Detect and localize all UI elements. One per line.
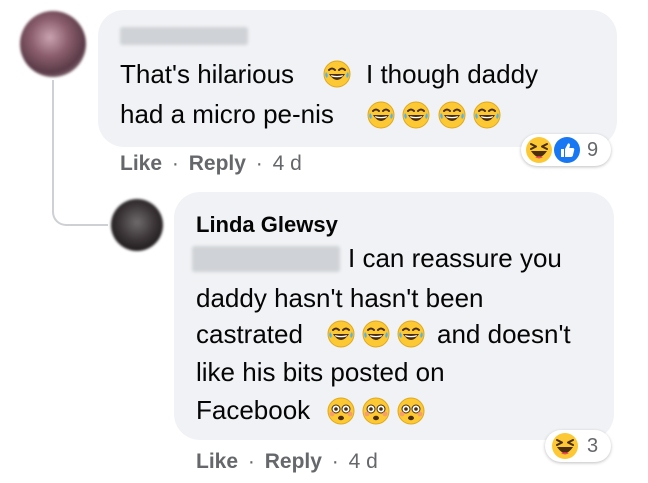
haha-reaction-icon (525, 136, 553, 164)
reply-button[interactable]: Reply (189, 152, 246, 175)
laughing-tears-emoji-icon (473, 101, 501, 129)
like-button[interactable]: Like (196, 450, 238, 473)
comment-text-line: had a micro pe-nis (120, 99, 334, 129)
haha-reaction-icon (551, 432, 579, 460)
comment-text-line: I though daddy (366, 59, 539, 89)
reply-button[interactable]: Reply (265, 450, 322, 473)
separator: · (247, 450, 255, 473)
comment-text-line: I can reassure you (348, 243, 562, 273)
laughing-tears-emoji-icon (438, 101, 466, 129)
like-reaction-icon (553, 136, 581, 164)
comment-text-line: and doesn't (437, 319, 571, 349)
avatar[interactable] (111, 199, 163, 251)
separator: · (171, 152, 179, 175)
comment-text-line: castrated (196, 319, 303, 349)
laughing-tears-emoji-icon (323, 60, 351, 88)
reaction-count: 9 (587, 139, 599, 161)
comment-text-line: Facebook (196, 395, 311, 425)
comment-text-line: That's hilarious (120, 59, 295, 89)
laughing-tears-emoji-icon (402, 101, 430, 129)
comment-text-line: like his bits posted on (196, 357, 445, 387)
laughing-tears-emoji-icon (367, 101, 395, 129)
flushed-face-emoji-icon (327, 397, 355, 425)
reaction-count: 3 (587, 435, 599, 457)
laughing-tears-emoji-icon (327, 320, 355, 348)
timestamp[interactable]: 4 d (273, 152, 302, 175)
flushed-face-emoji-icon (362, 397, 390, 425)
laughing-tears-emoji-icon (397, 320, 425, 348)
comment-text-line: daddy hasn't hasn't been (196, 283, 484, 313)
like-button[interactable]: Like (120, 152, 162, 175)
mention-redacted (192, 246, 340, 272)
avatar[interactable] (20, 11, 86, 77)
comment-actions: Like · Reply · 4 d (120, 152, 302, 176)
separator: · (331, 450, 339, 473)
flushed-face-emoji-icon (397, 397, 425, 425)
timestamp[interactable]: 4 d (349, 450, 378, 473)
author-name-redacted (120, 27, 248, 45)
separator: · (255, 152, 263, 175)
comment-actions: Like · Reply · 4 d (196, 450, 378, 474)
laughing-tears-emoji-icon (362, 320, 390, 348)
author-name[interactable]: Linda Glewsy (196, 212, 338, 238)
